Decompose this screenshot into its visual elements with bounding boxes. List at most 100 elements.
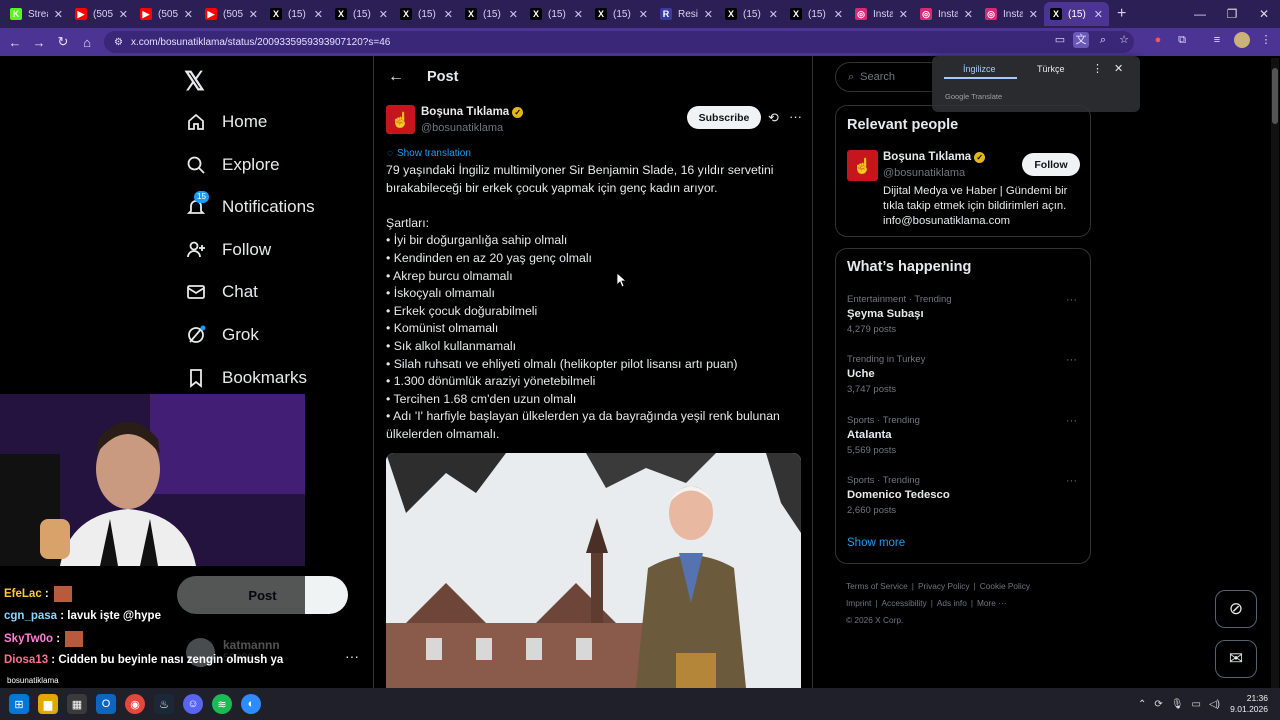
minimize-icon[interactable]: —: [1184, 0, 1216, 28]
forward-icon[interactable]: →: [27, 35, 51, 50]
close-tab-icon[interactable]: ✕: [639, 8, 648, 21]
extension-red-icon[interactable]: ●: [1150, 32, 1166, 48]
close-tab-icon[interactable]: ✕: [899, 8, 908, 21]
footer-link[interactable]: Accessibility: [882, 598, 927, 608]
footer-link[interactable]: More ···: [977, 598, 1007, 608]
nav-explore[interactable]: Explore: [186, 150, 280, 180]
spotify-icon[interactable]: ≋: [212, 694, 232, 714]
browser-tab[interactable]: X (15) I ✕: [524, 2, 589, 26]
browser-tab[interactable]: K Strea ✕: [4, 2, 69, 26]
nav-follow[interactable]: Follow: [186, 235, 271, 265]
address-bar[interactable]: ⚙ x.com/bosunatiklama/status/20093359593…: [104, 31, 1134, 53]
browser-tab[interactable]: X (15) I ✕: [264, 2, 329, 26]
browser-tab[interactable]: ▶ (505) ✕: [69, 2, 134, 26]
account-more-icon[interactable]: ···: [345, 648, 359, 664]
steam-icon[interactable]: ♨: [154, 694, 174, 714]
show-more-link[interactable]: Show more: [847, 537, 905, 549]
relevant-handle[interactable]: @bosunatiklama: [883, 167, 965, 179]
taskbar-clock[interactable]: 21:36 9.01.2026: [1230, 693, 1268, 715]
post-image[interactable]: [386, 453, 801, 688]
browser-tab[interactable]: X (15) I ✕: [589, 2, 654, 26]
close-tab-icon[interactable]: ✕: [314, 8, 323, 21]
trend-more-icon[interactable]: ···: [1066, 294, 1077, 306]
close-window-icon[interactable]: ✕: [1248, 0, 1280, 28]
author-name-row[interactable]: Boşuna Tıklama ✓: [421, 106, 524, 118]
microphone-icon[interactable]: 🎙: [1171, 699, 1184, 710]
footer-link[interactable]: Privacy Policy: [918, 581, 970, 591]
browser-tab[interactable]: X (15) ✕: [1044, 2, 1109, 26]
browser-tab[interactable]: X (15) I ✕: [459, 2, 524, 26]
extensions-icon[interactable]: ⧉: [1174, 32, 1190, 48]
close-tab-icon[interactable]: ✕: [834, 8, 843, 21]
reading-list-icon[interactable]: ≡: [1209, 32, 1225, 48]
translate-close-icon[interactable]: ✕: [1114, 62, 1123, 75]
back-icon[interactable]: ←: [3, 35, 27, 50]
close-tab-icon[interactable]: ✕: [704, 8, 713, 21]
trend-item[interactable]: Sports · Trending Domenico Tedesco 2,660 p…: [847, 475, 1083, 516]
browser-tab[interactable]: ▶ (505) ✕: [199, 2, 264, 26]
browser-tab[interactable]: ◎ Insta ✕: [979, 2, 1044, 26]
close-tab-icon[interactable]: ✕: [379, 8, 388, 21]
cast-icon[interactable]: ▭: [1052, 32, 1068, 48]
browser-tab[interactable]: X (15) I ✕: [784, 2, 849, 26]
close-tab-icon[interactable]: ✕: [574, 8, 583, 21]
nav-bookmarks[interactable]: Bookmarks: [186, 363, 307, 393]
new-tab-icon[interactable]: +: [1117, 5, 1126, 23]
discord-icon[interactable]: ☺: [183, 694, 203, 714]
browser-tab[interactable]: X (15) I ✕: [719, 2, 784, 26]
app-icon[interactable]: ◐: [241, 694, 261, 714]
browser-tab[interactable]: R Resin ✕: [654, 2, 719, 26]
home-button-icon[interactable]: ⌂: [75, 35, 99, 50]
windows-start-icon[interactable]: ⊞: [9, 694, 29, 714]
close-tab-icon[interactable]: ✕: [769, 8, 778, 21]
reload-icon[interactable]: ↻: [51, 34, 75, 50]
back-arrow-icon[interactable]: ←: [388, 68, 404, 86]
scrollbar-thumb[interactable]: [1272, 68, 1278, 124]
browser-tab[interactable]: X (15) I ✕: [394, 2, 459, 26]
maximize-icon[interactable]: ❐: [1216, 0, 1248, 28]
close-tab-icon[interactable]: ✕: [964, 8, 973, 21]
translate-icon[interactable]: 文: [1073, 32, 1089, 48]
trend-more-icon[interactable]: ···: [1066, 415, 1077, 427]
more-options-icon[interactable]: ···: [789, 109, 802, 124]
close-tab-icon[interactable]: ✕: [249, 8, 258, 21]
tray-app-icon[interactable]: ⟳: [1154, 699, 1162, 710]
close-tab-icon[interactable]: ✕: [1094, 8, 1103, 21]
follow-button[interactable]: Follow: [1022, 153, 1080, 176]
translate-menu-icon[interactable]: ⋮: [1092, 62, 1103, 75]
close-tab-icon[interactable]: ✕: [184, 8, 193, 21]
browser-tab[interactable]: X (15) I ✕: [329, 2, 394, 26]
footer-link[interactable]: Ads info: [937, 598, 967, 608]
author-handle[interactable]: @bosunatiklama: [421, 122, 503, 134]
translate-tab-source[interactable]: İngilizce: [963, 64, 996, 74]
browser-tab[interactable]: ◎ Insta ✕: [849, 2, 914, 26]
footer-link[interactable]: Imprint: [846, 598, 871, 608]
browser-menu-icon[interactable]: ⋮: [1258, 32, 1274, 48]
grok-fab-icon[interactable]: ⊘: [1215, 590, 1257, 628]
close-tab-icon[interactable]: ✕: [444, 8, 453, 21]
trend-item[interactable]: Entertainment · Trending Şeyma Subaşı 4,27…: [847, 294, 1083, 335]
relevant-name-row[interactable]: Boşuna Tıklama ✓: [883, 151, 986, 163]
footer-link[interactable]: Cookie Policy: [980, 581, 1030, 591]
close-tab-icon[interactable]: ✕: [1029, 8, 1038, 21]
footer-link[interactable]: Terms of Service: [846, 581, 908, 591]
bookmark-star-icon[interactable]: ☆: [1116, 32, 1132, 48]
grok-explain-icon[interactable]: ⟲: [768, 110, 779, 126]
messages-fab-icon[interactable]: ✉: [1215, 640, 1257, 678]
close-tab-icon[interactable]: ✕: [54, 8, 63, 21]
browser-tab[interactable]: ◎ Insta ✕: [914, 2, 979, 26]
show-translation-link[interactable]: ◌ Show translation: [387, 148, 471, 159]
subscribe-button[interactable]: Subscribe: [687, 106, 761, 129]
close-tab-icon[interactable]: ✕: [509, 8, 518, 21]
trend-item[interactable]: Sports · Trending Atalanta 5,569 posts ···: [847, 415, 1083, 456]
trend-more-icon[interactable]: ···: [1066, 475, 1077, 487]
chrome-icon[interactable]: ◉: [125, 694, 145, 714]
relevant-avatar[interactable]: ☝: [847, 150, 878, 181]
tray-chevron-icon[interactable]: ⌃: [1138, 699, 1146, 710]
outlook-icon[interactable]: O: [96, 694, 116, 714]
page-scrollbar[interactable]: [1271, 58, 1279, 688]
store-icon[interactable]: ▦: [67, 694, 87, 714]
zoom-icon[interactable]: ⌕: [1095, 32, 1111, 48]
nav-notifications[interactable]: 15 Notifications: [186, 191, 315, 222]
x-logo-icon[interactable]: 𝕏: [184, 66, 205, 97]
